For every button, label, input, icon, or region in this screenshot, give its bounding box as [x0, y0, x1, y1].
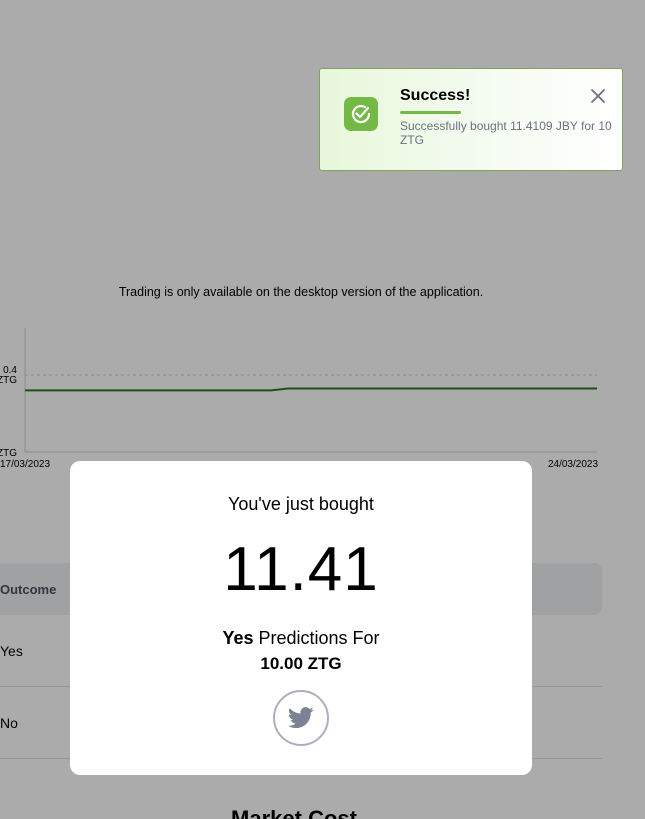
predictions-for-label: Predictions For [253, 628, 380, 648]
toast-message: Successfully bought 11.4109 JBY for 10 Z… [400, 119, 612, 147]
purchase-cost: 10.00 ZTG [260, 654, 342, 673]
success-toast: Success! Successfully bought 11.4109 JBY… [319, 68, 623, 171]
outcome-name: Yes [222, 628, 254, 648]
success-badge [344, 97, 378, 131]
twitter-icon [288, 707, 314, 729]
twitter-share-button[interactable] [273, 690, 329, 746]
close-icon[interactable] [589, 87, 607, 105]
modal-heading: You've just bought [228, 494, 374, 514]
purchase-confirmation-modal: You've just bought 11.41 Yes Predictions… [70, 461, 532, 775]
purchase-description: Yes Predictions For [70, 628, 532, 649]
toast-progress-bar [400, 111, 461, 114]
check-circle-icon [351, 104, 371, 124]
toast-title: Success! [400, 87, 471, 104]
purchased-amount: 11.41 [223, 535, 379, 604]
